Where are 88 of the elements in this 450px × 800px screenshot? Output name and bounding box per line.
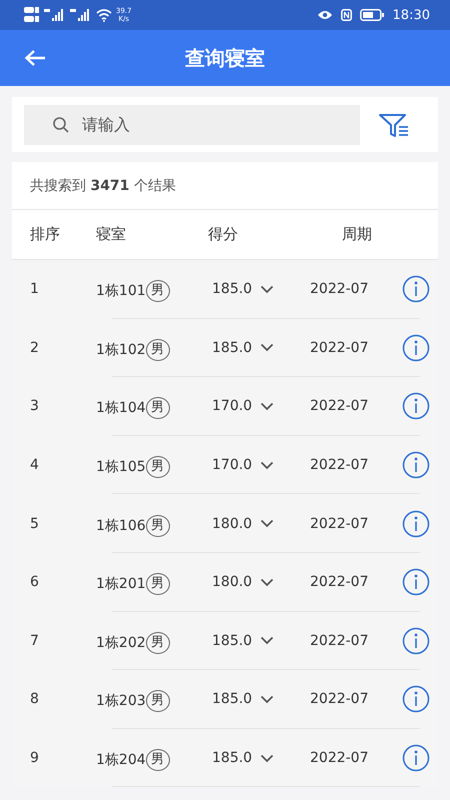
info-icon[interactable] [402,685,430,714]
gender-badge: 男 [146,280,170,302]
table-row[interactable]: 2 1栋102 男 185.0 2022-07 [12,318,438,378]
chevron-down-icon[interactable] [260,636,274,646]
column-header: 排序 [29,225,61,244]
table-row[interactable]: 3 1栋104 男 170.0 2022-07 [12,377,438,436]
gender-badge: 男 [146,749,170,772]
search-field[interactable]: 请输入 [24,104,360,144]
column-header: 周期 [342,225,372,244]
table-row[interactable]: 1 1栋101 男 185.0 2022-07 [12,260,438,319]
rank-cell-text: 4 [29,457,40,474]
period-cell-text: 2022-07 [310,281,370,298]
gender-badge: 男 [146,338,170,361]
table-row[interactable]: 6 1栋201 男 180.0 2022-07 [12,552,438,612]
info-icon[interactable] [402,744,430,772]
chevron-down-icon[interactable] [260,343,274,352]
info-icon[interactable] [402,392,430,420]
period-cell-text: 2022-07 [310,398,370,414]
room-cell: 1栋202 [96,634,146,652]
room-cell: 1栋106 [96,516,146,535]
score-cell: 185.0 [212,691,252,708]
clock: 18:30 [392,8,430,22]
signal-icon [44,8,66,22]
gender-badge: 男 [146,573,170,596]
info-icon[interactable] [402,275,430,304]
table-row[interactable]: 9 1栋204 男 185.0 2022-07 [12,728,438,788]
rank-cell-text: 6 [29,574,40,590]
period-cell-text: 2022-07 [310,340,370,356]
info-icon[interactable] [402,451,430,480]
wifi-icon [96,8,112,22]
chevron-down-icon[interactable] [260,402,274,411]
table-row[interactable]: 4 1栋105 男 170.0 2022-07 [12,436,438,494]
gender-badge: 男 [146,632,170,654]
chevron-down-icon[interactable] [260,694,274,704]
back-arrow-icon[interactable] [24,49,46,67]
period-cell-text: 2022-07 [310,632,370,649]
room-cell: 1栋102 [96,340,146,359]
rank-cell-text: 9 [29,750,40,766]
chevron-down-icon[interactable] [260,754,274,763]
chevron-down-icon[interactable] [260,460,274,470]
info-icon[interactable] [402,568,430,596]
chevron-down-icon[interactable] [260,519,274,528]
rank-cell-text: 5 [29,516,40,532]
rank-cell-text: 7 [29,632,40,649]
rank-cell-text: 2 [29,340,40,356]
gender-badge: 男 [146,397,170,420]
room-cell: 1栋105 [96,458,146,476]
eye-icon [316,10,333,20]
score-cell: 170.0 [212,457,252,474]
signal-icon [70,8,92,22]
score-cell: 185.0 [212,750,252,766]
info-icon[interactable] [402,510,430,538]
result-count: 共搜索到 3471 个结果 [30,176,176,194]
filter-icon[interactable] [378,112,410,138]
battery-icon [360,9,385,21]
room-cell: 1栋101 [96,282,146,300]
score-cell: 170.0 [212,398,252,414]
nfc-icon [340,9,352,21]
score-cell: 185.0 [212,340,252,356]
score-cell: 185.0 [212,281,252,298]
score-cell: 180.0 [212,574,252,590]
page-title: 查询寝室 [185,44,265,72]
gender-badge: 男 [146,514,170,537]
room-cell: 1栋104 [96,399,146,418]
score-cell: 185.0 [212,632,252,649]
rank-cell-text: 3 [29,398,40,414]
score-cell: 180.0 [212,516,252,532]
column-header: 寝室 [96,225,127,244]
chevron-down-icon[interactable] [260,284,274,294]
period-cell-text: 2022-07 [310,457,370,474]
table-row[interactable]: 7 1栋202 男 185.0 2022-07 [12,612,438,670]
period-cell-text: 2022-07 [310,516,370,532]
gender-badge: 男 [146,456,170,478]
table-row[interactable]: 5 1栋106 男 180.0 2022-07 [12,494,438,553]
gender-badge: 男 [146,690,170,712]
info-icon[interactable] [402,334,430,362]
chevron-down-icon[interactable] [260,578,274,587]
room-cell: 1栋204 [96,751,146,770]
room-cell: 1栋203 [96,692,146,710]
table-row[interactable]: 8 1栋203 男 185.0 2022-07 [12,670,438,729]
rank-cell-text: 1 [29,281,40,298]
column-header: 得分 [208,225,239,244]
rank-cell-text: 8 [29,691,40,708]
period-cell-text: 2022-07 [310,691,370,708]
room-cell: 1栋201 [96,575,146,594]
period-cell-text: 2022-07 [310,574,370,590]
info-icon[interactable] [402,626,430,655]
period-cell-text: 2022-07 [310,750,370,766]
